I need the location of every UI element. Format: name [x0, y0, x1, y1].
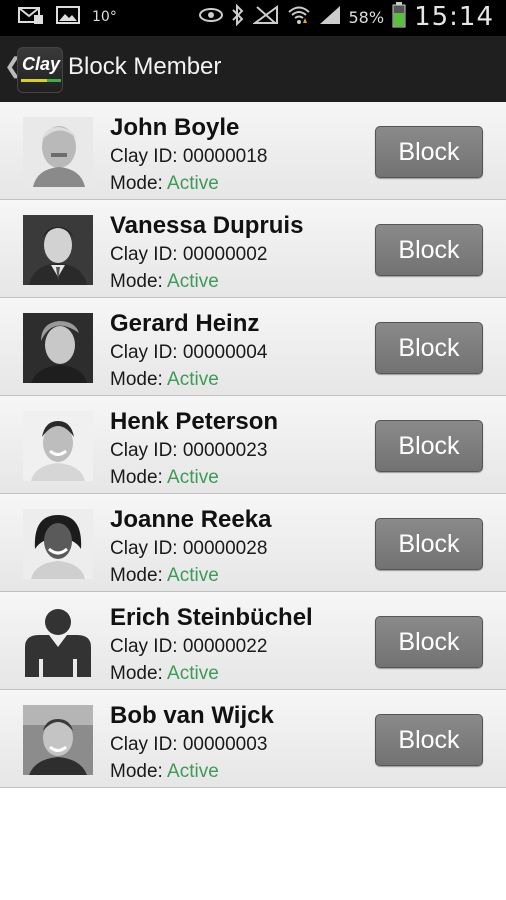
mode-label: Mode:	[110, 761, 163, 782]
mode-label: Mode:	[110, 467, 163, 488]
mode-label: Mode:	[110, 271, 163, 292]
logo-stripe-yellow	[21, 79, 47, 82]
temperature-text: 10°	[92, 9, 117, 25]
mode-value: Active	[167, 369, 219, 390]
mode-label: Mode:	[110, 663, 163, 684]
member-name: John Boyle	[110, 114, 240, 141]
member-mode: Mode: Active	[110, 663, 219, 685]
mode-value: Active	[167, 565, 219, 586]
member-clay-id: Clay ID: 00000028	[110, 538, 268, 559]
mode-value: Active	[167, 467, 219, 488]
member-clay-id: Clay ID: 00000018	[110, 146, 268, 167]
member-name: Gerard Heinz	[110, 310, 260, 337]
member-mode: Mode: Active	[110, 369, 219, 391]
member-clay-id: Clay ID: 00000003	[110, 734, 268, 755]
battery-percent: 58%	[348, 7, 385, 27]
image-icon	[56, 5, 80, 29]
block-button[interactable]: Block	[375, 518, 483, 570]
mode-value: Active	[167, 173, 219, 194]
app-logo-icon[interactable]: Clay	[17, 47, 63, 93]
app-logo-text: Clay	[21, 54, 61, 74]
member-name: Henk Peterson	[110, 408, 279, 435]
no-signal-icon	[251, 5, 279, 29]
avatar	[23, 313, 93, 383]
cell-signal-icon	[319, 5, 341, 29]
mode-label: Mode:	[110, 565, 163, 586]
block-button[interactable]: Block	[375, 322, 483, 374]
mode-label: Mode:	[110, 173, 163, 194]
block-button[interactable]: Block	[375, 224, 483, 276]
avatar	[23, 705, 93, 775]
member-clay-id: Clay ID: 00000022	[110, 636, 268, 657]
member-row: Joanne Reeka Clay ID: 00000028 Mode: Act…	[0, 494, 506, 592]
avatar	[23, 215, 93, 285]
member-name: Vanessa Dupruis	[110, 212, 304, 239]
member-mode: Mode: Active	[110, 467, 219, 489]
member-row: Bob van Wijck Clay ID: 00000003 Mode: Ac…	[0, 690, 506, 788]
block-button[interactable]: Block	[375, 126, 483, 178]
mode-value: Active	[167, 761, 219, 782]
avatar	[23, 411, 93, 481]
member-name: Bob van Wijck	[110, 702, 274, 729]
block-button[interactable]: Block	[375, 420, 483, 472]
member-name: Erich Steinbüchel	[110, 604, 313, 631]
member-clay-id: Clay ID: 00000004	[110, 342, 268, 363]
mail-icon	[18, 5, 44, 29]
member-row: Gerard Heinz Clay ID: 00000004 Mode: Act…	[0, 298, 506, 396]
member-list: John Boyle Clay ID: 00000018 Mode: Activ…	[0, 102, 506, 788]
mode-label: Mode:	[110, 369, 163, 390]
status-bar: 10° 58% 15:14	[0, 0, 506, 36]
member-name: Joanne Reeka	[110, 506, 272, 533]
member-row: Erich Steinbüchel Clay ID: 00000022 Mode…	[0, 592, 506, 690]
mode-value: Active	[167, 271, 219, 292]
action-bar: ❮ Clay Block Member	[0, 36, 506, 103]
avatar	[23, 117, 93, 187]
battery-icon	[392, 2, 406, 32]
member-mode: Mode: Active	[110, 565, 219, 587]
member-mode: Mode: Active	[110, 271, 219, 293]
member-clay-id: Clay ID: 00000002	[110, 244, 268, 265]
block-button[interactable]: Block	[375, 714, 483, 766]
clock-time: 15:14	[414, 2, 494, 32]
avatar-placeholder-icon	[23, 607, 93, 677]
eye-icon	[198, 6, 223, 28]
member-mode: Mode: Active	[110, 761, 219, 783]
avatar	[23, 509, 93, 579]
logo-stripe-green	[47, 79, 61, 82]
member-mode: Mode: Active	[110, 173, 219, 195]
page-title: Block Member	[68, 53, 222, 80]
member-clay-id: Clay ID: 00000023	[110, 440, 268, 461]
member-row: Vanessa Dupruis Clay ID: 00000002 Mode: …	[0, 200, 506, 298]
member-row: Henk Peterson Clay ID: 00000023 Mode: Ac…	[0, 396, 506, 494]
member-row: John Boyle Clay ID: 00000018 Mode: Activ…	[0, 102, 506, 200]
bluetooth-icon	[231, 3, 245, 30]
block-button[interactable]: Block	[375, 616, 483, 668]
wifi-icon	[287, 4, 311, 30]
mode-value: Active	[167, 663, 219, 684]
